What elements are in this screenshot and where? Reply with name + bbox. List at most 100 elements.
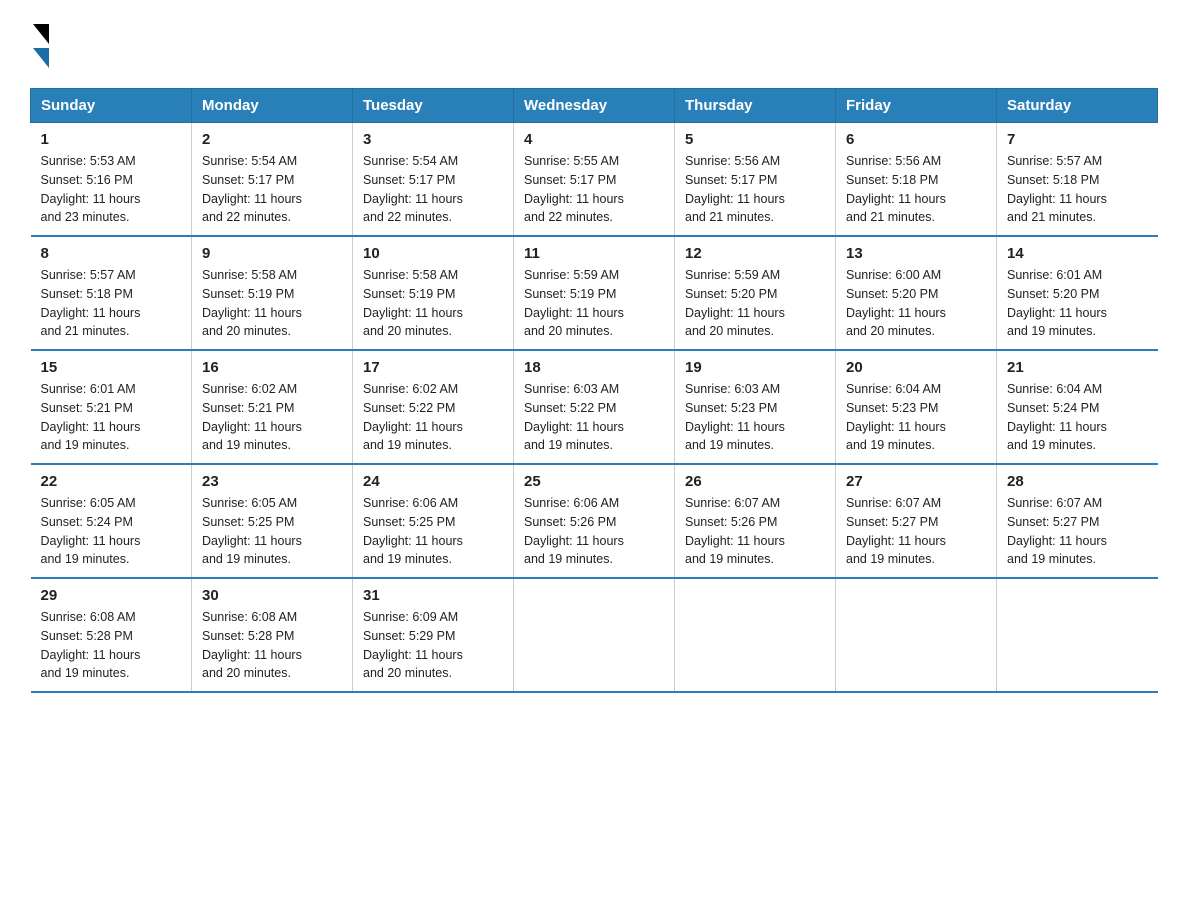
day-number: 8 bbox=[41, 245, 182, 262]
day-cell: 29 Sunrise: 6:08 AMSunset: 5:28 PMDaylig… bbox=[31, 578, 192, 692]
day-number: 18 bbox=[524, 359, 664, 376]
day-cell bbox=[836, 578, 997, 692]
day-cell: 4 Sunrise: 5:55 AMSunset: 5:17 PMDayligh… bbox=[514, 123, 675, 237]
day-cell: 1 Sunrise: 5:53 AMSunset: 5:16 PMDayligh… bbox=[31, 123, 192, 237]
day-info: Sunrise: 6:06 AMSunset: 5:26 PMDaylight:… bbox=[524, 494, 664, 569]
day-info: Sunrise: 5:56 AMSunset: 5:18 PMDaylight:… bbox=[846, 152, 986, 227]
day-info: Sunrise: 6:03 AMSunset: 5:23 PMDaylight:… bbox=[685, 380, 825, 455]
day-number: 30 bbox=[202, 587, 342, 604]
week-row-2: 8 Sunrise: 5:57 AMSunset: 5:18 PMDayligh… bbox=[31, 236, 1158, 350]
day-cell: 21 Sunrise: 6:04 AMSunset: 5:24 PMDaylig… bbox=[997, 350, 1158, 464]
header-monday: Monday bbox=[192, 89, 353, 123]
day-cell: 12 Sunrise: 5:59 AMSunset: 5:20 PMDaylig… bbox=[675, 236, 836, 350]
day-number: 19 bbox=[685, 359, 825, 376]
day-number: 26 bbox=[685, 473, 825, 490]
day-info: Sunrise: 5:59 AMSunset: 5:19 PMDaylight:… bbox=[524, 266, 664, 341]
day-number: 15 bbox=[41, 359, 182, 376]
header-friday: Friday bbox=[836, 89, 997, 123]
day-number: 21 bbox=[1007, 359, 1148, 376]
day-info: Sunrise: 6:06 AMSunset: 5:25 PMDaylight:… bbox=[363, 494, 503, 569]
day-cell: 14 Sunrise: 6:01 AMSunset: 5:20 PMDaylig… bbox=[997, 236, 1158, 350]
header-thursday: Thursday bbox=[675, 89, 836, 123]
logo bbox=[30, 20, 49, 68]
day-cell bbox=[997, 578, 1158, 692]
day-info: Sunrise: 6:01 AMSunset: 5:21 PMDaylight:… bbox=[41, 380, 182, 455]
day-cell: 17 Sunrise: 6:02 AMSunset: 5:22 PMDaylig… bbox=[353, 350, 514, 464]
header-wednesday: Wednesday bbox=[514, 89, 675, 123]
day-number: 12 bbox=[685, 245, 825, 262]
day-cell: 3 Sunrise: 5:54 AMSunset: 5:17 PMDayligh… bbox=[353, 123, 514, 237]
day-info: Sunrise: 5:57 AMSunset: 5:18 PMDaylight:… bbox=[1007, 152, 1148, 227]
week-row-4: 22 Sunrise: 6:05 AMSunset: 5:24 PMDaylig… bbox=[31, 464, 1158, 578]
header-tuesday: Tuesday bbox=[353, 89, 514, 123]
day-info: Sunrise: 6:04 AMSunset: 5:23 PMDaylight:… bbox=[846, 380, 986, 455]
day-number: 7 bbox=[1007, 131, 1148, 148]
day-cell: 15 Sunrise: 6:01 AMSunset: 5:21 PMDaylig… bbox=[31, 350, 192, 464]
day-number: 4 bbox=[524, 131, 664, 148]
day-number: 5 bbox=[685, 131, 825, 148]
day-number: 29 bbox=[41, 587, 182, 604]
day-cell: 8 Sunrise: 5:57 AMSunset: 5:18 PMDayligh… bbox=[31, 236, 192, 350]
header-saturday: Saturday bbox=[997, 89, 1158, 123]
day-number: 20 bbox=[846, 359, 986, 376]
day-cell: 5 Sunrise: 5:56 AMSunset: 5:17 PMDayligh… bbox=[675, 123, 836, 237]
day-info: Sunrise: 5:54 AMSunset: 5:17 PMDaylight:… bbox=[202, 152, 342, 227]
day-info: Sunrise: 6:08 AMSunset: 5:28 PMDaylight:… bbox=[202, 608, 342, 683]
day-cell: 20 Sunrise: 6:04 AMSunset: 5:23 PMDaylig… bbox=[836, 350, 997, 464]
day-cell: 27 Sunrise: 6:07 AMSunset: 5:27 PMDaylig… bbox=[836, 464, 997, 578]
day-cell: 25 Sunrise: 6:06 AMSunset: 5:26 PMDaylig… bbox=[514, 464, 675, 578]
day-number: 31 bbox=[363, 587, 503, 604]
day-cell bbox=[514, 578, 675, 692]
day-number: 6 bbox=[846, 131, 986, 148]
day-info: Sunrise: 6:07 AMSunset: 5:27 PMDaylight:… bbox=[846, 494, 986, 569]
day-info: Sunrise: 6:07 AMSunset: 5:27 PMDaylight:… bbox=[1007, 494, 1148, 569]
day-cell: 28 Sunrise: 6:07 AMSunset: 5:27 PMDaylig… bbox=[997, 464, 1158, 578]
day-number: 2 bbox=[202, 131, 342, 148]
day-info: Sunrise: 6:03 AMSunset: 5:22 PMDaylight:… bbox=[524, 380, 664, 455]
day-number: 17 bbox=[363, 359, 503, 376]
day-number: 22 bbox=[41, 473, 182, 490]
day-info: Sunrise: 6:02 AMSunset: 5:21 PMDaylight:… bbox=[202, 380, 342, 455]
page-header bbox=[30, 20, 1158, 68]
day-number: 24 bbox=[363, 473, 503, 490]
day-number: 3 bbox=[363, 131, 503, 148]
day-info: Sunrise: 5:55 AMSunset: 5:17 PMDaylight:… bbox=[524, 152, 664, 227]
day-cell: 7 Sunrise: 5:57 AMSunset: 5:18 PMDayligh… bbox=[997, 123, 1158, 237]
day-info: Sunrise: 6:05 AMSunset: 5:24 PMDaylight:… bbox=[41, 494, 182, 569]
day-info: Sunrise: 5:53 AMSunset: 5:16 PMDaylight:… bbox=[41, 152, 182, 227]
day-info: Sunrise: 6:07 AMSunset: 5:26 PMDaylight:… bbox=[685, 494, 825, 569]
day-info: Sunrise: 6:01 AMSunset: 5:20 PMDaylight:… bbox=[1007, 266, 1148, 341]
day-info: Sunrise: 6:09 AMSunset: 5:29 PMDaylight:… bbox=[363, 608, 503, 683]
day-info: Sunrise: 5:54 AMSunset: 5:17 PMDaylight:… bbox=[363, 152, 503, 227]
day-cell: 30 Sunrise: 6:08 AMSunset: 5:28 PMDaylig… bbox=[192, 578, 353, 692]
day-cell: 11 Sunrise: 5:59 AMSunset: 5:19 PMDaylig… bbox=[514, 236, 675, 350]
day-info: Sunrise: 5:58 AMSunset: 5:19 PMDaylight:… bbox=[202, 266, 342, 341]
day-number: 25 bbox=[524, 473, 664, 490]
day-cell: 2 Sunrise: 5:54 AMSunset: 5:17 PMDayligh… bbox=[192, 123, 353, 237]
day-info: Sunrise: 5:57 AMSunset: 5:18 PMDaylight:… bbox=[41, 266, 182, 341]
day-number: 27 bbox=[846, 473, 986, 490]
day-number: 13 bbox=[846, 245, 986, 262]
day-number: 11 bbox=[524, 245, 664, 262]
day-info: Sunrise: 6:05 AMSunset: 5:25 PMDaylight:… bbox=[202, 494, 342, 569]
day-info: Sunrise: 6:04 AMSunset: 5:24 PMDaylight:… bbox=[1007, 380, 1148, 455]
day-number: 10 bbox=[363, 245, 503, 262]
header-sunday: Sunday bbox=[31, 89, 192, 123]
day-cell: 24 Sunrise: 6:06 AMSunset: 5:25 PMDaylig… bbox=[353, 464, 514, 578]
day-number: 23 bbox=[202, 473, 342, 490]
day-number: 9 bbox=[202, 245, 342, 262]
week-row-5: 29 Sunrise: 6:08 AMSunset: 5:28 PMDaylig… bbox=[31, 578, 1158, 692]
day-cell: 26 Sunrise: 6:07 AMSunset: 5:26 PMDaylig… bbox=[675, 464, 836, 578]
day-info: Sunrise: 5:56 AMSunset: 5:17 PMDaylight:… bbox=[685, 152, 825, 227]
calendar-table: SundayMondayTuesdayWednesdayThursdayFrid… bbox=[30, 88, 1158, 693]
day-cell: 19 Sunrise: 6:03 AMSunset: 5:23 PMDaylig… bbox=[675, 350, 836, 464]
day-number: 16 bbox=[202, 359, 342, 376]
day-cell: 9 Sunrise: 5:58 AMSunset: 5:19 PMDayligh… bbox=[192, 236, 353, 350]
day-cell: 6 Sunrise: 5:56 AMSunset: 5:18 PMDayligh… bbox=[836, 123, 997, 237]
day-cell bbox=[675, 578, 836, 692]
day-info: Sunrise: 5:58 AMSunset: 5:19 PMDaylight:… bbox=[363, 266, 503, 341]
day-cell: 18 Sunrise: 6:03 AMSunset: 5:22 PMDaylig… bbox=[514, 350, 675, 464]
day-info: Sunrise: 6:08 AMSunset: 5:28 PMDaylight:… bbox=[41, 608, 182, 683]
day-cell: 23 Sunrise: 6:05 AMSunset: 5:25 PMDaylig… bbox=[192, 464, 353, 578]
day-info: Sunrise: 6:02 AMSunset: 5:22 PMDaylight:… bbox=[363, 380, 503, 455]
